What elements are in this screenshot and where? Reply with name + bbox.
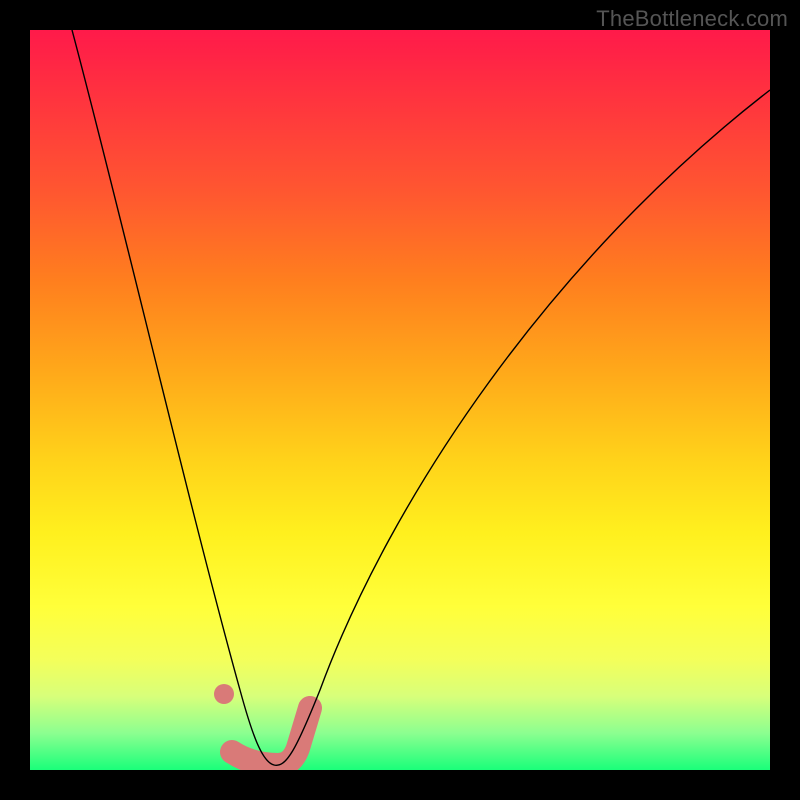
plot-area [30,30,770,770]
watermark-text: TheBottleneck.com [596,6,788,32]
chart-frame: TheBottleneck.com [0,0,800,800]
chart-svg [30,30,770,770]
bottleneck-curve [72,30,770,765]
